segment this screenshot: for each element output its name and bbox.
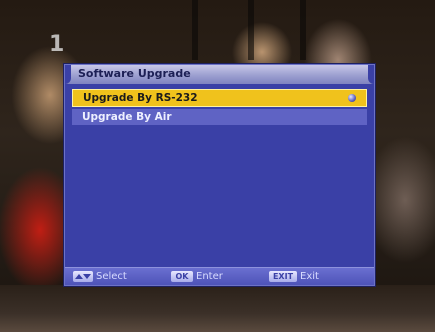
help-exit: EXIT Exit [269,270,319,283]
title-bar: Software Upgrade [65,65,374,84]
exit-key-icon: EXIT [269,271,297,282]
help-exit-label: Exit [300,271,319,282]
help-select: Select [73,270,127,283]
menu-item-label: Upgrade By Air [82,111,172,123]
help-select-label: Select [96,271,127,282]
help-bar: Select OK Enter EXIT Exit [65,267,374,285]
upgrade-menu: Upgrade By RS-232 Upgrade By Air [72,89,367,127]
channel-logo: 1 [49,32,64,57]
menu-item-label: Upgrade By RS-232 [83,92,198,104]
software-upgrade-dialog: Software Upgrade Upgrade By RS-232 Upgra… [64,64,375,286]
menu-item-upgrade-rs232[interactable]: Upgrade By RS-232 [72,89,367,107]
help-enter: OK Enter [171,270,223,283]
selected-bullet-icon [348,94,356,102]
dialog-title: Software Upgrade [78,67,191,80]
help-enter-label: Enter [196,271,223,282]
menu-item-upgrade-air[interactable]: Upgrade By Air [72,109,367,125]
ok-key-icon: OK [171,271,193,282]
up-down-arrows-icon [73,271,93,282]
